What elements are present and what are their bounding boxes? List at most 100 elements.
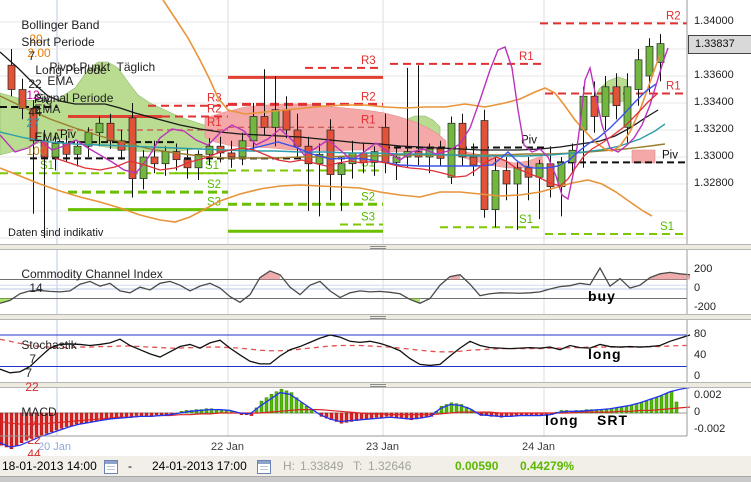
splitter-grip-icon[interactable] (370, 246, 386, 249)
macd-histogram-bar (654, 397, 659, 414)
macd-axis-label: 0.002 (694, 389, 722, 401)
macd-histogram-bar (59, 412, 64, 429)
price-axis-label: 1.32800 (694, 177, 734, 189)
disclaimer-note: Daten sind indikativ (8, 227, 104, 239)
macd-histogram-bar (299, 402, 304, 414)
macd-histogram-bar (259, 400, 264, 414)
macd-histogram-bar (399, 412, 404, 419)
calendar-icon[interactable] (257, 460, 271, 474)
candlestick (337, 163, 346, 175)
current-price-tag: 1.33837 (688, 35, 751, 54)
pivot-level-label: R2 (666, 10, 681, 22)
macd-histogram-bar (69, 412, 74, 426)
candlestick (271, 109, 280, 128)
calendar-icon[interactable] (104, 460, 118, 474)
candlestick (612, 86, 621, 107)
candlestick (535, 163, 544, 178)
pivot-level-label: S1 (660, 221, 674, 233)
pivot-level-label: R2 (207, 104, 222, 116)
cci-signal-text: buy (588, 288, 616, 304)
candlestick (260, 116, 269, 128)
low-label: T: (353, 459, 363, 473)
macd-axis-label: -0.002 (694, 423, 726, 435)
cci-param: 14 (29, 281, 43, 295)
candlestick (502, 170, 511, 185)
macd-signal-text2: SRT (597, 412, 628, 428)
macd-histogram-bar (84, 412, 89, 423)
candlestick (249, 116, 258, 142)
pivot-level-label: R1 (207, 117, 222, 129)
splitter-grip-icon[interactable] (370, 384, 386, 387)
macd-histogram-bar (264, 397, 269, 414)
pivot-level-label: R2 (361, 91, 376, 103)
pivot-level-label: S2 (207, 179, 221, 191)
macd-histogram-bar (634, 403, 639, 414)
status-bar: 18-01-2013 14:00 - 24-01-2013 17:00 H: 1… (0, 456, 751, 476)
macd-histogram-bar (139, 412, 144, 416)
stochastic-axis-label: 40 (694, 349, 707, 361)
panel-splitter[interactable] (0, 382, 751, 388)
cci-axis-label: -200 (694, 301, 717, 313)
change-percent: 0.44279% (520, 459, 575, 473)
candlestick (491, 170, 500, 211)
pivot-level-label: R1 (666, 81, 681, 93)
macd-signal-text1: long (545, 412, 579, 428)
macd-histogram-bar (134, 412, 139, 416)
panel-splitter[interactable] (0, 314, 751, 320)
ema3-period: 100 (26, 144, 47, 158)
macd-histogram-bar (664, 393, 669, 414)
x-axis-day-label: 20 Jan (38, 441, 72, 453)
macd-histogram-bar (79, 412, 84, 424)
macd-histogram-bar (659, 395, 664, 414)
macd-histogram-bar (154, 412, 159, 415)
macd-histogram-bar (129, 412, 134, 417)
range-start-datetime: 18-01-2013 14:00 (2, 459, 97, 473)
cci-axis-label: 200 (694, 263, 713, 275)
low-value: 1.32646 (368, 459, 412, 473)
stochastic-axis-label: 80 (694, 328, 707, 340)
short-period-label: Short Periode (21, 35, 95, 49)
long-period-value: 22 (28, 77, 42, 91)
pivot-level-label: R3 (361, 55, 376, 67)
price-axis-label: 1.33000 (694, 150, 734, 162)
short-period-value: 7 (28, 49, 36, 63)
indicator-legend-row2: Short Periode 7 Long Periode 22 Signal P… (8, 21, 113, 133)
pivot-level-label: S1 (205, 160, 219, 172)
range-separator: - (128, 459, 132, 473)
x-axis-day-label: 23 Jan (366, 441, 400, 453)
stochastic-signal-text: long (588, 346, 622, 362)
candlestick (161, 151, 170, 165)
splitter-grip-icon[interactable] (370, 316, 386, 319)
candlestick (634, 59, 643, 90)
macd-histogram-bar (149, 412, 154, 416)
x-axis-day-label: 22 Jan (211, 441, 245, 453)
candlestick (601, 86, 610, 117)
candlestick (645, 45, 654, 77)
change-absolute: 0.00590 (455, 459, 499, 473)
macd-histogram-bar (0, 412, 4, 446)
long-period-label: Long Periode (35, 63, 107, 77)
panel-splitter[interactable] (0, 244, 751, 250)
pivot-level-label: Piv (662, 149, 678, 161)
macd-histogram-bar (124, 412, 129, 417)
price-axis-label: 1.33600 (694, 69, 734, 81)
price-axis-label: 1.33200 (694, 123, 734, 135)
bollinger-band-pink (631, 149, 656, 164)
bottom-edge-strip (0, 476, 751, 482)
macd-histogram-bar (114, 412, 119, 418)
x-axis-day-label: 24 Jan (522, 441, 556, 453)
candlestick (227, 152, 236, 158)
macd-axis-label: 0 (694, 406, 701, 418)
price-axis-label: 1.33400 (694, 96, 734, 108)
cci-axis-label: 0 (694, 282, 701, 294)
stochastic-axis-label: 0 (694, 370, 701, 382)
signal-period-value: 44 (28, 105, 42, 119)
range-end-datetime: 24-01-2013 17:00 (152, 459, 247, 473)
macd-histogram-bar (359, 412, 364, 421)
candlestick (469, 156, 478, 166)
high-value: 1.33849 (300, 459, 344, 473)
macd-histogram-bar (144, 412, 149, 416)
pivot-level-label: R1 (361, 114, 376, 126)
high-label: H: (283, 459, 295, 473)
candlestick (282, 109, 291, 131)
